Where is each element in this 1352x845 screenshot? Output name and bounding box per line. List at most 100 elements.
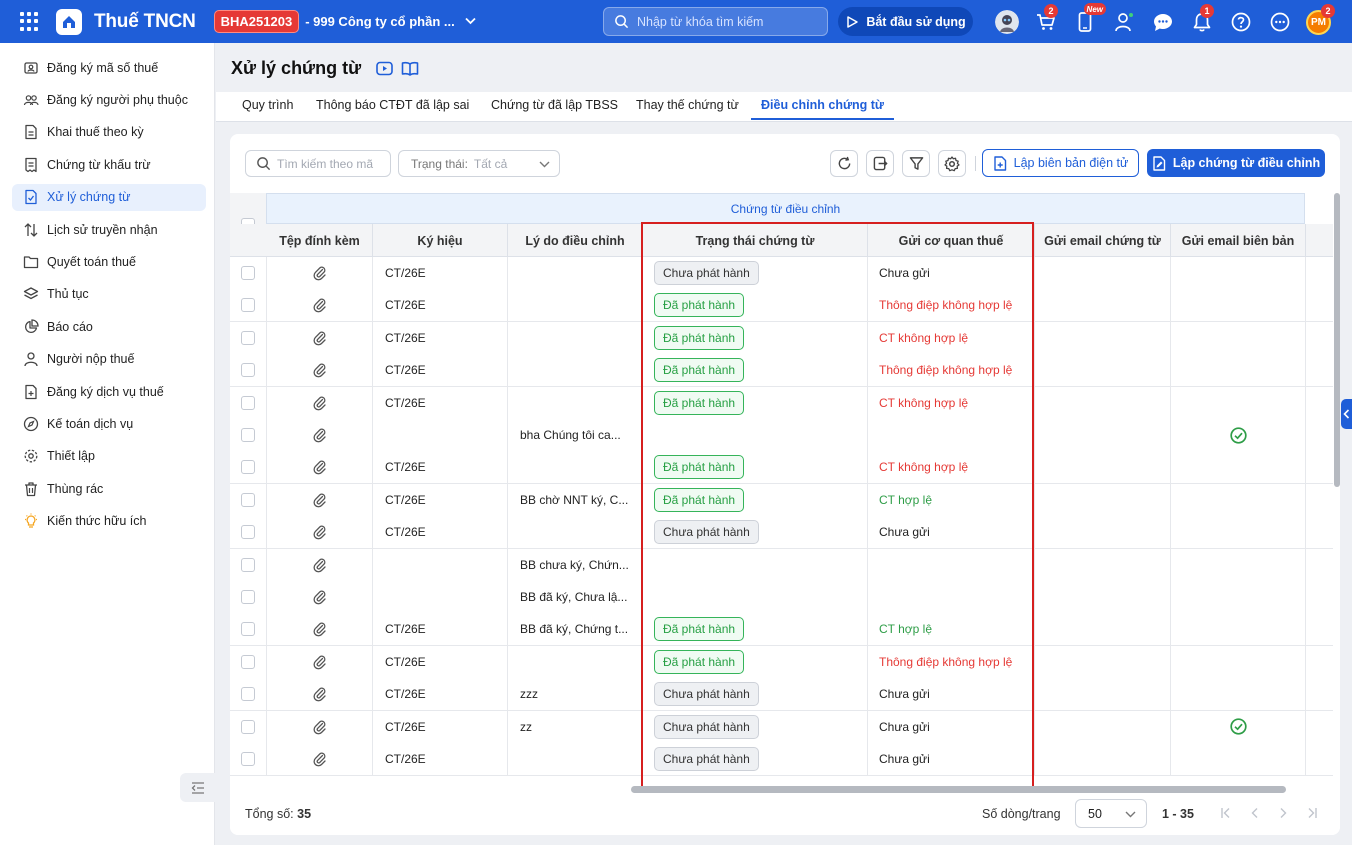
tab-thong-bao[interactable]: Thông báo CTĐT đã lập sai [316, 98, 469, 112]
col-header-email-doc[interactable]: Gửi email chứng từ [1035, 224, 1171, 257]
table-row[interactable]: CT/26E zz Chưa phát hành Chưa gửi [230, 710, 1333, 744]
table-search-input[interactable] [277, 156, 387, 171]
cart-icon[interactable]: 2 [1026, 4, 1065, 36]
row-checkbox[interactable] [241, 428, 255, 442]
paperclip-icon[interactable] [312, 395, 328, 411]
company-selector[interactable]: - 999 Công ty cổ phần ... [305, 14, 455, 29]
export-button[interactable] [866, 150, 894, 177]
col-header-tax-authority[interactable]: Gửi cơ quan thuế [868, 224, 1035, 257]
sidebar-item[interactable]: Kế toán dịch vụ [12, 410, 206, 437]
global-search-input[interactable] [637, 14, 817, 29]
col-header-email-report[interactable]: Gửi email biên bản [1171, 224, 1306, 257]
user-avatar[interactable]: PM 2 [1299, 4, 1338, 36]
col-header-status[interactable]: Trạng thái chứng từ [643, 224, 868, 257]
more-icon[interactable] [1260, 8, 1299, 36]
row-checkbox[interactable] [241, 525, 255, 540]
paperclip-icon[interactable] [312, 459, 328, 475]
user-add-icon[interactable] [1104, 8, 1143, 36]
sidebar-item[interactable]: Kiến thức hữu ích [12, 508, 206, 535]
paperclip-icon[interactable] [312, 492, 328, 508]
paperclip-icon[interactable] [312, 654, 328, 670]
table-row[interactable]: CT/26E Đã phát hành CT không hợp lệ [230, 321, 1333, 355]
create-adjustment-button[interactable]: Lập chứng từ điều chỉnh [1147, 149, 1325, 177]
paperclip-icon[interactable] [312, 330, 328, 346]
video-guide-icon[interactable] [376, 60, 393, 77]
paperclip-icon[interactable] [312, 719, 328, 735]
row-checkbox[interactable] [241, 266, 255, 280]
bell-icon[interactable]: 1 [1182, 4, 1221, 36]
col-header-reason[interactable]: Lý do điều chỉnh [508, 224, 643, 257]
paperclip-icon[interactable] [312, 297, 328, 313]
first-page-button[interactable] [1218, 805, 1234, 821]
row-checkbox[interactable] [241, 622, 255, 637]
sidebar-item[interactable]: Thủ tục [12, 281, 206, 308]
row-checkbox[interactable] [241, 590, 255, 604]
sidebar-item[interactable]: Đăng ký mã số thuế [12, 54, 206, 81]
row-checkbox[interactable] [241, 298, 255, 313]
paperclip-icon[interactable] [312, 751, 328, 767]
table-row[interactable]: CT/26E BB chờ NNT ký, C... Đã phát hành CT … [230, 483, 1333, 517]
paperclip-icon[interactable] [312, 589, 328, 605]
rows-per-page-select[interactable]: 50 [1075, 799, 1147, 828]
row-checkbox[interactable] [241, 363, 255, 378]
tab-chung-tu-tbss[interactable]: Chứng từ đã lập TBSS [491, 98, 618, 112]
book-guide-icon[interactable] [401, 60, 419, 77]
table-row[interactable]: CT/26E Đã phát hành Thông điệp không hợp l… [230, 289, 1333, 323]
row-checkbox[interactable] [241, 719, 255, 734]
paperclip-icon[interactable] [312, 621, 328, 637]
next-page-button[interactable] [1275, 805, 1291, 821]
col-header-attachment[interactable]: Tệp đính kèm [267, 224, 373, 257]
table-row[interactable]: CT/26E Chưa phát hành Chưa gửi [230, 743, 1333, 776]
sidebar-item[interactable]: Thiết lập [12, 443, 206, 470]
apps-grid-icon[interactable] [20, 11, 40, 32]
table-row[interactable]: CT/26E Đã phát hành CT không hợp lệ [230, 451, 1333, 485]
vertical-scrollbar[interactable] [1334, 193, 1340, 487]
col-header-symbol[interactable]: Ký hiệu [373, 224, 508, 257]
paperclip-icon[interactable] [312, 265, 328, 281]
create-report-button[interactable]: Lập biên bản điện tử [982, 149, 1139, 177]
sidebar-item[interactable]: Khai thuế theo kỳ [12, 119, 206, 146]
tab-dieu-chinh[interactable]: Điều chỉnh chứng từ [751, 98, 894, 120]
sidebar-item[interactable]: Chứng từ khấu trừ [12, 151, 206, 178]
prev-page-button[interactable] [1247, 805, 1263, 821]
row-checkbox[interactable] [241, 492, 255, 507]
table-row[interactable]: CT/26E Chưa phát hành Chưa gửi [230, 516, 1333, 550]
help-icon[interactable] [1221, 8, 1260, 36]
table-row[interactable]: CT/26E Chưa phát hành Chưa gửi [230, 257, 1333, 290]
sidebar-item[interactable]: Quyết toán thuế [12, 248, 206, 275]
start-using-button[interactable]: Bắt đầu sử dụng [838, 7, 973, 36]
chat-icon[interactable] [1143, 8, 1182, 36]
settings-button[interactable] [938, 150, 966, 177]
sidebar-item[interactable]: Thùng rác [12, 475, 206, 502]
row-checkbox[interactable] [241, 460, 255, 475]
global-search[interactable] [603, 7, 828, 36]
chevron-down-icon[interactable] [465, 16, 476, 28]
refresh-button[interactable] [830, 150, 858, 177]
horizontal-scrollbar[interactable] [631, 786, 1286, 793]
row-checkbox[interactable] [241, 752, 255, 766]
tab-quy-trinh[interactable]: Quy trình [242, 98, 293, 112]
sidebar-item[interactable]: Xử lý chứng từ [12, 183, 206, 211]
filter-button[interactable] [902, 150, 930, 177]
row-checkbox[interactable] [241, 654, 255, 669]
table-row[interactable]: bha Chúng tôi ca... [230, 419, 1333, 452]
table-row[interactable]: BB đã ký, Chưa lậ... [230, 581, 1333, 614]
table-row[interactable]: CT/26E Đã phát hành Thông điệp không hợp l… [230, 354, 1333, 388]
table-row[interactable]: CT/26E zzz Chưa phát hành Chưa gửi [230, 678, 1333, 712]
assistant-avatar[interactable] [987, 8, 1026, 36]
side-panel-toggle[interactable] [1341, 399, 1352, 429]
row-checkbox[interactable] [241, 557, 255, 572]
row-checkbox[interactable] [241, 395, 255, 410]
sidebar-item[interactable]: Báo cáo [12, 313, 206, 340]
table-search[interactable] [245, 150, 391, 177]
paperclip-icon[interactable] [312, 557, 328, 573]
paperclip-icon[interactable] [312, 686, 328, 702]
last-page-button[interactable] [1304, 805, 1320, 821]
status-filter[interactable]: Trạng thái: Tất cả [398, 150, 560, 177]
sidebar-item[interactable]: Đăng ký dịch vụ thuế [12, 378, 206, 405]
paperclip-icon[interactable] [312, 427, 328, 443]
sidebar-item[interactable]: Lịch sử truyền nhận [12, 216, 206, 243]
tab-thay-the[interactable]: Thay thế chứng từ [636, 98, 739, 112]
row-checkbox[interactable] [241, 330, 255, 345]
mobile-app-icon[interactable]: New [1065, 3, 1106, 36]
